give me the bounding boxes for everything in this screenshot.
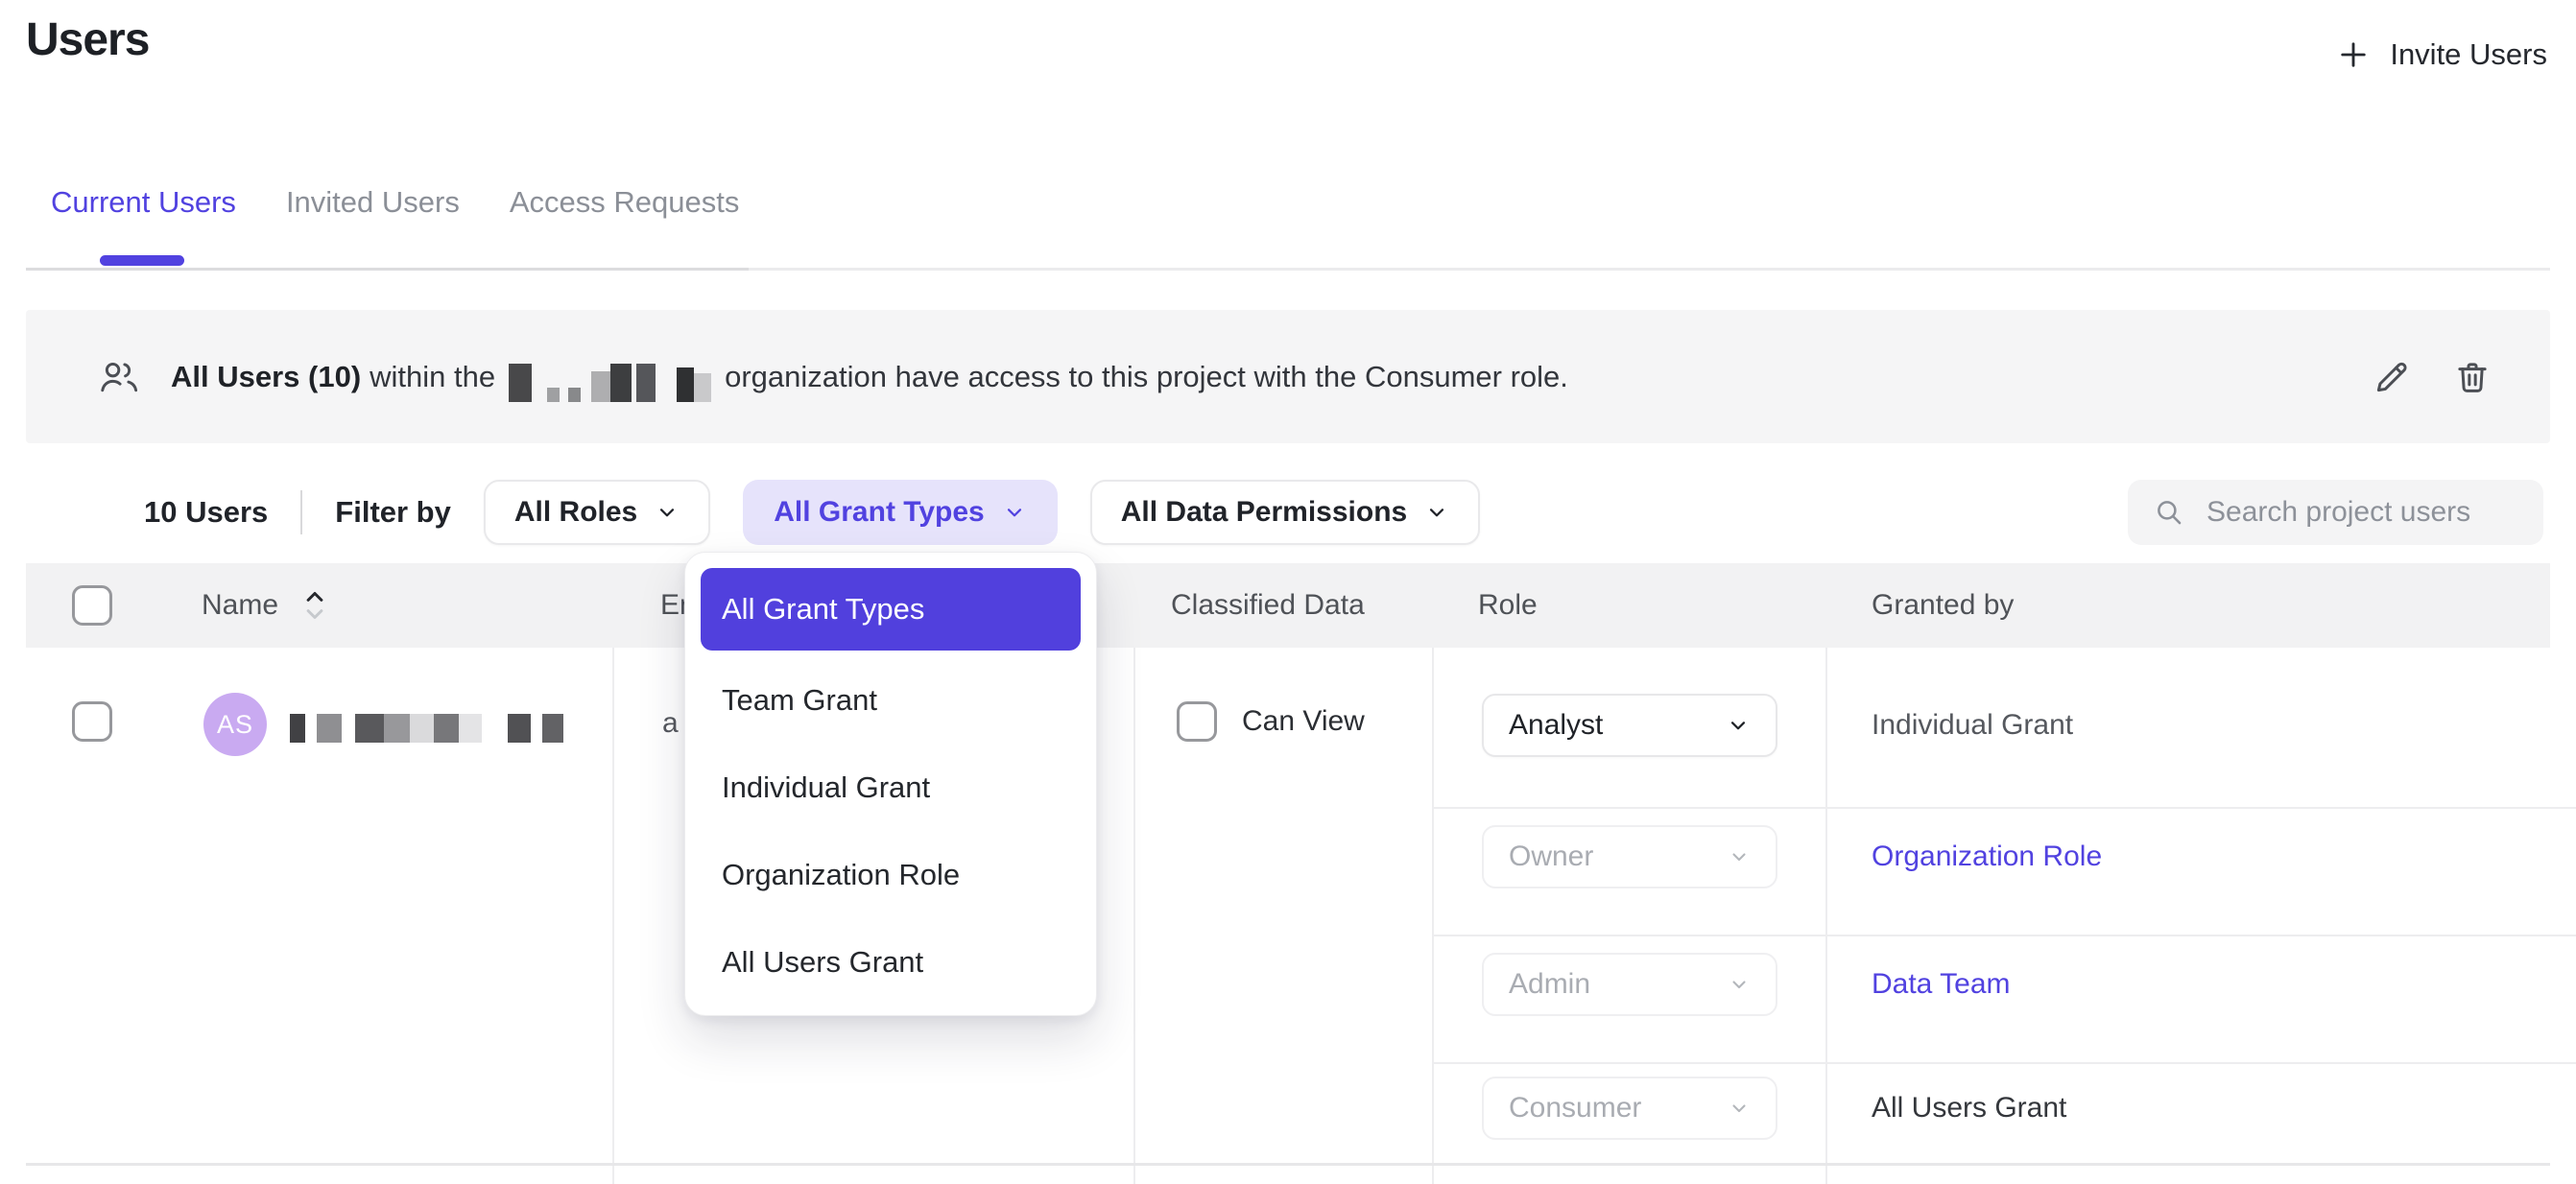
row-divider xyxy=(26,1163,2550,1166)
plus-icon xyxy=(2336,37,2371,72)
tab-divider-right xyxy=(749,268,2550,271)
role-select-value: Admin xyxy=(1509,968,1590,1001)
column-divider xyxy=(612,648,614,1184)
redacted-user-name xyxy=(290,714,563,743)
chevron-down-icon xyxy=(1424,500,1449,525)
table-header: Name Email Classified Data Role Granted … xyxy=(26,563,2550,648)
granted-by-organization-role-link[interactable]: Organization Role xyxy=(1872,825,2102,888)
filter-by-label: Filter by xyxy=(335,495,451,530)
edit-button[interactable] xyxy=(2372,357,2412,397)
role-select-owner: Owner xyxy=(1482,825,1777,888)
banner-end-text: organization have access to this project… xyxy=(725,360,1568,394)
pencil-icon xyxy=(2372,357,2412,397)
sub-row-divider xyxy=(1432,1062,2576,1064)
filter-all-roles-button[interactable]: All Roles xyxy=(484,480,710,545)
column-header-granted-by[interactable]: Granted by xyxy=(1872,563,2014,648)
select-all-checkbox[interactable] xyxy=(72,585,112,626)
role-select-value: Consumer xyxy=(1509,1092,1641,1125)
can-view-label: Can View xyxy=(1242,705,1365,738)
role-select-analyst[interactable]: Analyst xyxy=(1482,694,1777,757)
dropdown-item-individual-grant[interactable]: Individual Grant xyxy=(701,744,1081,831)
column-header-classified-data[interactable]: Classified Data xyxy=(1171,563,1365,648)
invite-users-button[interactable]: Invite Users xyxy=(2336,27,2547,83)
chevron-down-icon xyxy=(1728,1097,1751,1120)
column-divider xyxy=(1432,648,1434,1184)
trash-icon xyxy=(2452,357,2493,397)
dropdown-item-all-grant-types[interactable]: All Grant Types xyxy=(701,568,1081,651)
avatar: AS xyxy=(203,693,267,756)
filter-all-data-permissions-button[interactable]: All Data Permissions xyxy=(1090,480,1480,545)
delete-button[interactable] xyxy=(2452,357,2493,397)
tab-invited-users[interactable]: Invited Users xyxy=(286,185,460,220)
filter-all-grant-types-button[interactable]: All Grant Types xyxy=(743,480,1058,545)
role-select-value: Analyst xyxy=(1509,709,1603,742)
dropdown-item-team-grant[interactable]: Team Grant xyxy=(701,656,1081,744)
role-select-consumer: Consumer xyxy=(1482,1077,1777,1140)
tab-divider-left xyxy=(26,268,749,271)
active-tab-indicator xyxy=(100,255,184,266)
banner-actions xyxy=(2372,357,2493,397)
redacted-organization-name xyxy=(509,362,711,402)
column-divider xyxy=(1825,648,1827,1184)
granted-by-all-users-grant: All Users Grant xyxy=(1872,1077,2066,1140)
banner-text: All Users (10) within the organization h… xyxy=(171,357,1568,397)
row-checkbox[interactable] xyxy=(72,701,112,742)
sub-row-divider xyxy=(1432,935,2576,936)
chevron-down-icon xyxy=(1728,973,1751,996)
chevron-down-icon xyxy=(1728,845,1751,868)
column-header-name[interactable]: Name xyxy=(202,563,278,648)
search-box xyxy=(2128,480,2543,545)
filter-bar: 10 Users Filter by All Roles All Grant T… xyxy=(144,480,1480,545)
granted-by-individual-grant: Individual Grant xyxy=(1872,694,2073,757)
role-select-value: Owner xyxy=(1509,841,1593,873)
user-count: 10 Users xyxy=(144,495,268,530)
filter-all-roles-label: All Roles xyxy=(514,496,637,529)
filter-all-grant-types-label: All Grant Types xyxy=(774,496,985,529)
filter-bar-divider xyxy=(300,490,302,534)
sub-row-divider xyxy=(1432,807,2576,809)
grant-type-dropdown-menu: All Grant Types Team Grant Individual Gr… xyxy=(684,552,1097,1016)
can-view-checkbox[interactable] xyxy=(1177,701,1217,742)
column-divider xyxy=(1133,648,1135,1184)
granted-by-data-team-link[interactable]: Data Team xyxy=(1872,953,2011,1016)
chevron-down-icon xyxy=(655,500,680,525)
tab-access-requests[interactable]: Access Requests xyxy=(510,185,740,220)
filter-all-data-permissions-label: All Data Permissions xyxy=(1121,496,1407,529)
dropdown-item-organization-role[interactable]: Organization Role xyxy=(701,831,1081,918)
dropdown-item-all-users-grant[interactable]: All Users Grant xyxy=(701,918,1081,1006)
sort-icon[interactable] xyxy=(302,586,327,625)
page-title: Users xyxy=(26,13,149,66)
tab-current-users[interactable]: Current Users xyxy=(51,185,236,220)
invite-users-label: Invite Users xyxy=(2390,37,2547,72)
role-select-admin: Admin xyxy=(1482,953,1777,1016)
classified-data-cell: Can View xyxy=(1177,701,1365,742)
column-header-role[interactable]: Role xyxy=(1478,563,1538,648)
user-email-partial: a xyxy=(662,707,679,740)
chevron-down-icon xyxy=(1726,713,1751,738)
people-icon xyxy=(96,356,142,398)
banner-bold-text: All Users (10) xyxy=(171,360,361,394)
tab-bar: Current Users Invited Users Access Reque… xyxy=(51,185,739,220)
chevron-down-icon xyxy=(1002,500,1027,525)
search-icon xyxy=(2153,496,2185,529)
banner-mid-text: within the xyxy=(370,360,495,394)
search-input[interactable] xyxy=(2206,496,2523,529)
all-users-banner: All Users (10) within the organization h… xyxy=(26,310,2550,443)
